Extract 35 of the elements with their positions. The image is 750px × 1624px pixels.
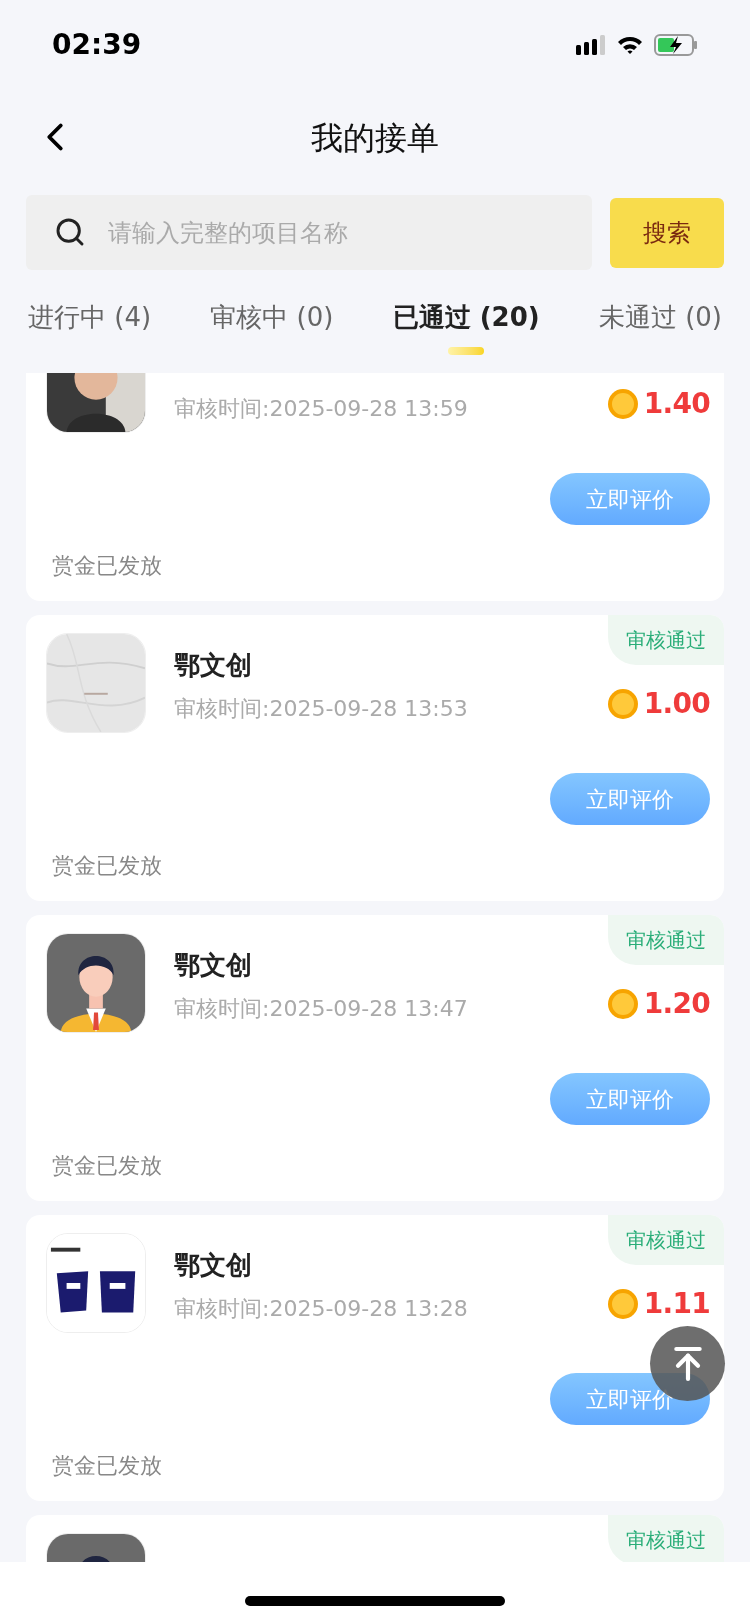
review-time: 审核时间:2025-09-28 13:28 (174, 1294, 468, 1323)
project-title: 鄂文创 (174, 1249, 253, 1282)
payout-status: 赏金已发放 (52, 1152, 163, 1180)
filter-tab[interactable]: 已通过 (20) (382, 298, 550, 355)
project-title: 鄂文创 (174, 949, 253, 982)
reward-amount: 1.00 (643, 686, 710, 722)
payout-status: 赏金已发放 (52, 852, 163, 880)
battery-icon (654, 34, 698, 56)
page-title: 我的接单 (311, 117, 439, 159)
payout-status: 赏金已发放 (52, 1452, 163, 1480)
filter-tab[interactable]: 进行中 (4) (18, 298, 162, 337)
signal-icon (576, 35, 606, 55)
payout-status: 赏金已发放 (52, 552, 163, 580)
review-time: 审核时间:2025-09-28 13:47 (174, 994, 468, 1023)
reward-amount: 1.20 (643, 986, 710, 1022)
status-badge: 审核通过 (608, 915, 724, 965)
coin-icon (607, 989, 638, 1019)
status-badge: 审核通过 (608, 1515, 724, 1562)
wifi-icon (616, 35, 644, 55)
status-time: 02:39 (52, 27, 142, 63)
search-button[interactable]: 搜索 (610, 197, 724, 268)
status-badge: 审核通过 (608, 1215, 724, 1265)
review-time: 审核时间:2025-09-28 13:53 (174, 694, 468, 723)
reward-amount: 1.40 (643, 386, 710, 422)
filter-tab[interactable]: 审核中 (0) (200, 298, 344, 337)
coin-icon (607, 689, 638, 719)
filter-tab[interactable]: 未通过 (0) (588, 298, 732, 337)
reward-amount: 1.11 (643, 1286, 710, 1322)
status-badge: 审核通过 (608, 615, 724, 665)
search-icon (54, 216, 86, 248)
search-field[interactable]: 请输入完整的项目名称 (26, 195, 592, 270)
project-title: 鄂文创 (174, 649, 253, 682)
review-time: 审核时间:2025-09-28 13:59 (174, 394, 468, 423)
coin-icon (607, 1289, 638, 1319)
coin-icon (607, 389, 638, 419)
